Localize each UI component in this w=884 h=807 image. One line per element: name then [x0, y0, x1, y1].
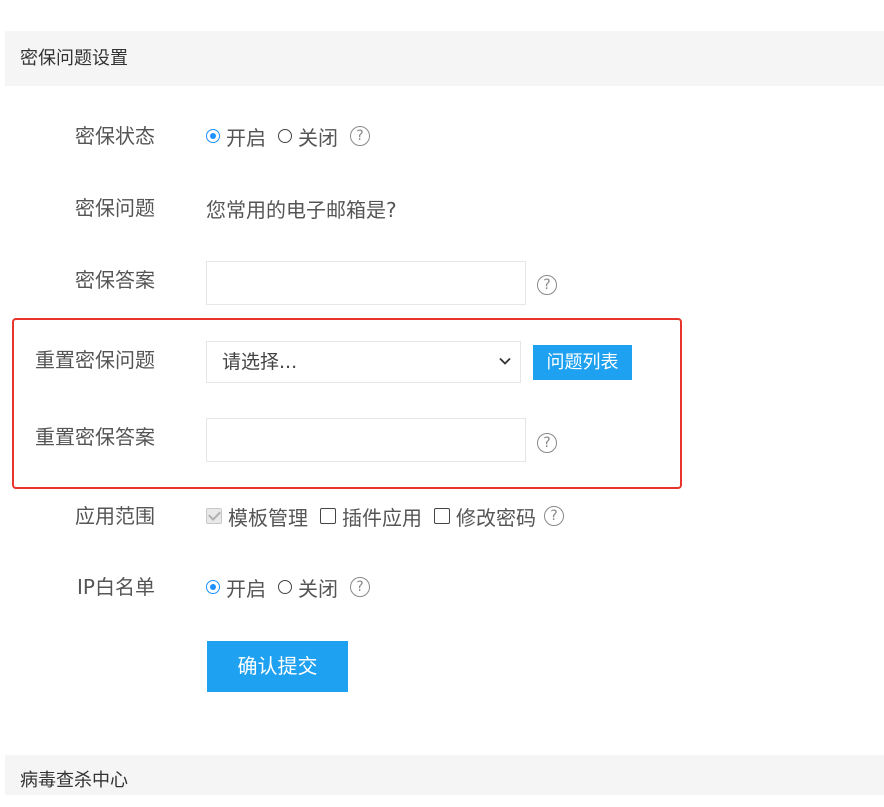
help-icon[interactable]: ?	[544, 506, 564, 526]
radio-on-icon[interactable]	[206, 129, 220, 143]
scope-option-password[interactable]: 修改密码	[434, 502, 536, 531]
status-label: 密保状态	[75, 124, 155, 148]
status-option-off[interactable]: 关闭	[278, 122, 338, 151]
ip-option-on[interactable]: 开启	[206, 573, 266, 602]
scope-option-label: 模板管理	[228, 505, 308, 530]
scope-option-template: 模板管理	[206, 502, 308, 531]
question-label: 密保问题	[75, 196, 155, 220]
answer-input[interactable]	[206, 261, 526, 305]
radio-off-icon[interactable]	[278, 129, 292, 143]
reset-answer-input[interactable]	[206, 418, 526, 462]
checkbox-checked-disabled-icon	[206, 508, 222, 524]
help-icon[interactable]: ?	[350, 126, 370, 146]
ip-option-off[interactable]: 关闭	[278, 573, 338, 602]
answer-label: 密保答案	[75, 268, 155, 292]
scope-option-plugin[interactable]: 插件应用	[320, 502, 422, 531]
radio-on-icon[interactable]	[206, 580, 220, 594]
ip-whitelist-label: IP白名单	[77, 575, 155, 599]
status-option-off-label: 关闭	[298, 125, 338, 150]
ip-option-off-label: 关闭	[298, 576, 338, 601]
submit-button[interactable]: 确认提交	[207, 641, 348, 692]
help-icon[interactable]: ?	[350, 577, 370, 597]
scope-label: 应用范围	[75, 504, 155, 528]
help-icon[interactable]: ?	[537, 275, 557, 295]
checkbox-icon[interactable]	[434, 508, 450, 524]
section-title: 病毒查杀中心	[20, 770, 128, 791]
checkbox-icon[interactable]	[320, 508, 336, 524]
section-header-virus-scan: 病毒查杀中心	[5, 755, 884, 795]
section-header-security-question: 密保问题设置	[5, 31, 884, 86]
scope-option-label: 修改密码	[456, 505, 536, 530]
reset-question-select[interactable]: 请选择...	[206, 341, 521, 383]
row-security-status: 密保状态 开启 关闭 ?	[0, 116, 884, 156]
status-option-on-label: 开启	[226, 125, 266, 150]
status-option-on[interactable]: 开启	[206, 122, 266, 151]
section-title: 密保问题设置	[20, 48, 128, 69]
reset-question-label: 重置密保问题	[35, 348, 155, 372]
question-value: 您常用的电子邮箱是?	[206, 197, 397, 222]
reset-answer-label: 重置密保答案	[35, 425, 155, 449]
question-list-button[interactable]: 问题列表	[533, 345, 632, 380]
scope-option-label: 插件应用	[342, 505, 422, 530]
radio-off-icon[interactable]	[278, 580, 292, 594]
ip-option-on-label: 开启	[226, 576, 266, 601]
chevron-down-icon	[499, 357, 511, 365]
row-scope: 应用范围 模板管理 插件应用 修改密码 ?	[0, 496, 884, 536]
row-security-question: 密保问题 您常用的电子邮箱是?	[0, 188, 884, 228]
help-icon[interactable]: ?	[537, 433, 557, 453]
row-ip-whitelist: IP白名单 开启 关闭 ?	[0, 567, 884, 607]
select-value: 请选择...	[222, 351, 298, 373]
